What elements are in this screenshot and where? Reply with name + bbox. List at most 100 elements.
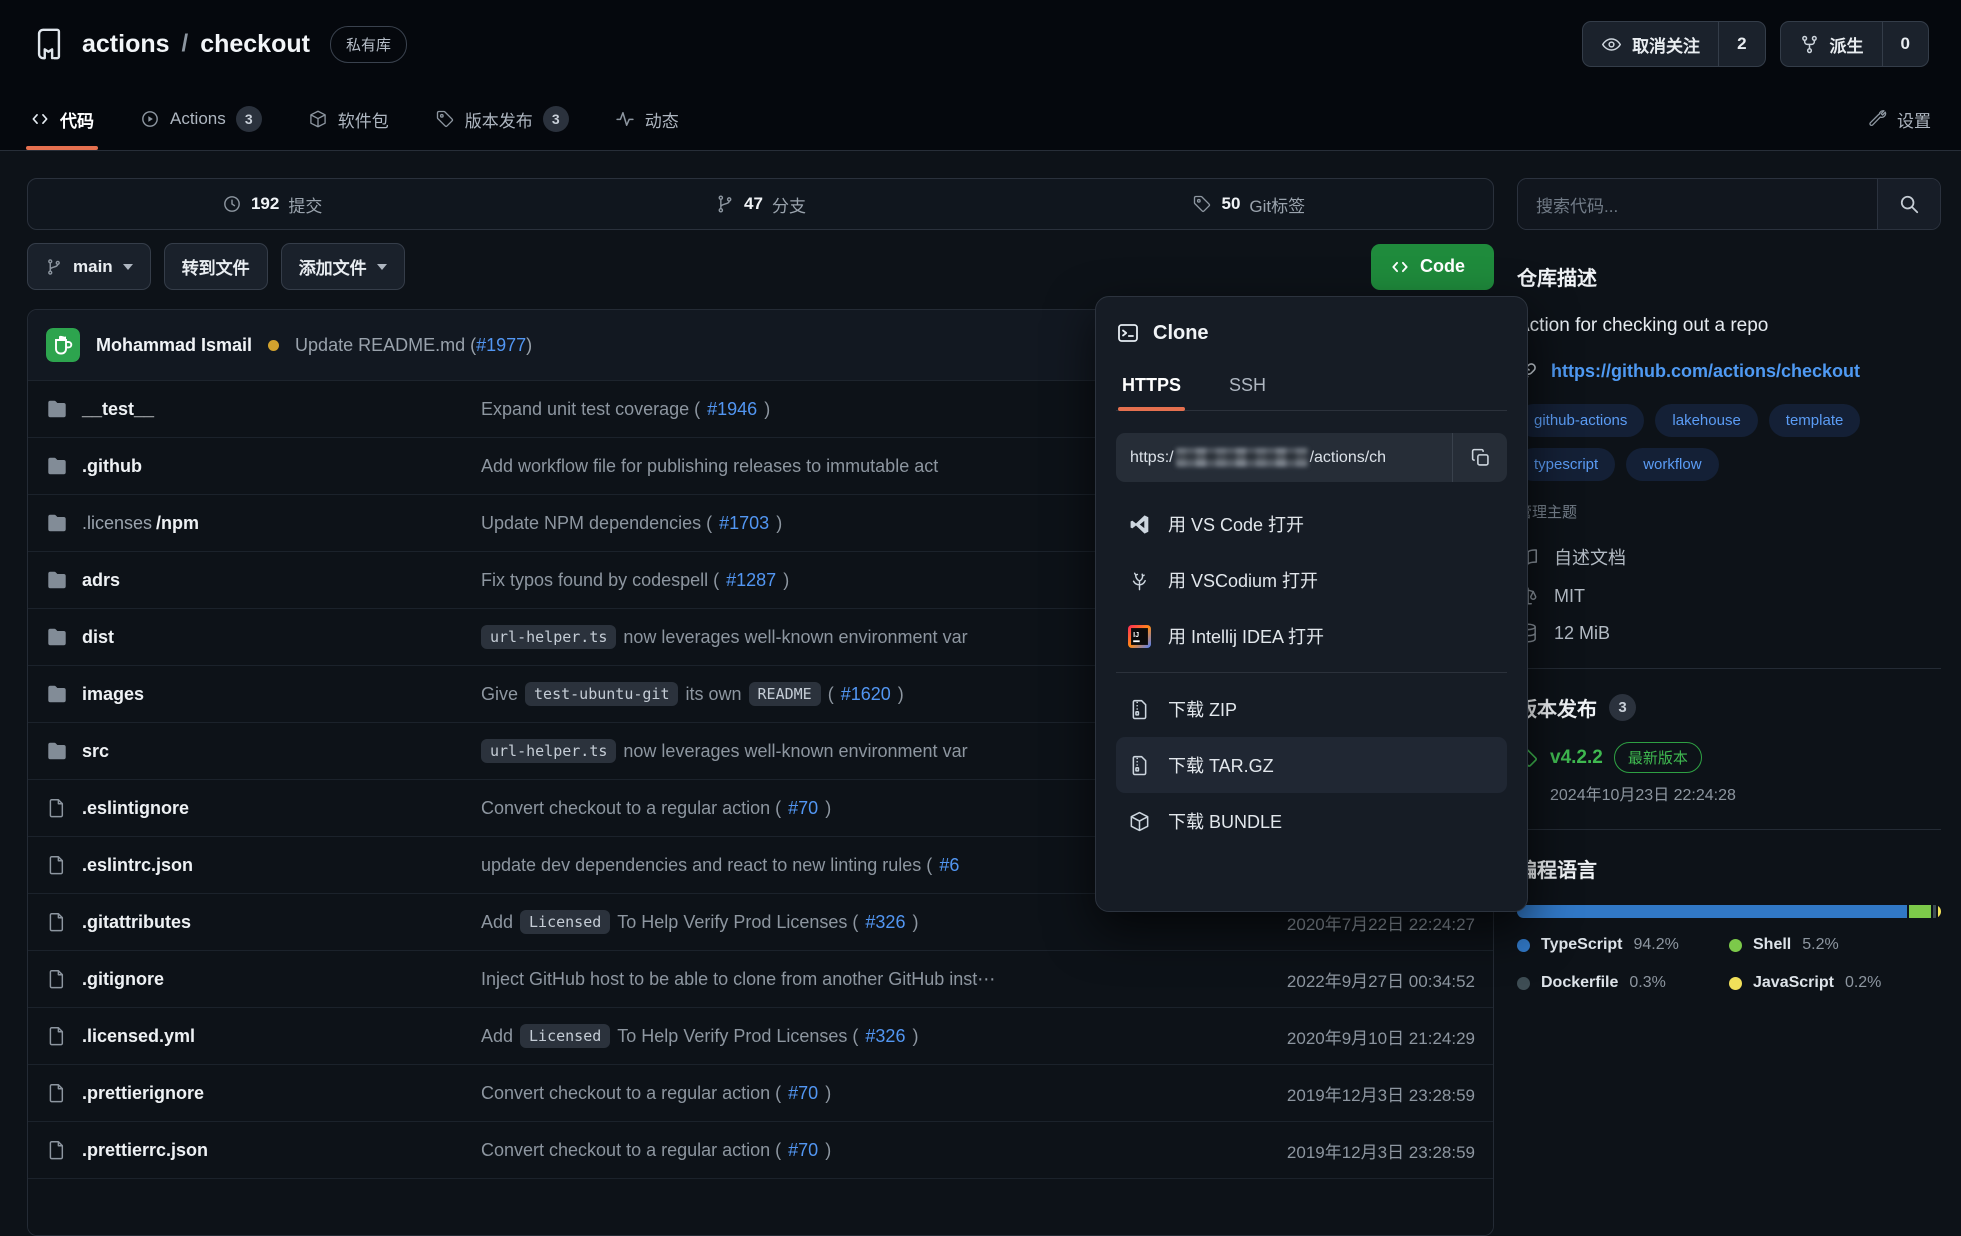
add-file-button[interactable]: 添加文件 <box>281 243 405 290</box>
meta-item[interactable]: 12 MiB <box>1517 622 1941 644</box>
clone-url-input[interactable]: https://actions/ch <box>1116 433 1452 482</box>
file-name-link[interactable]: images <box>82 684 144 705</box>
latest-commit-message: Update README.md (#1977) <box>295 335 532 356</box>
avatar[interactable] <box>46 328 80 362</box>
commit-author[interactable]: Mohammad Ismail <box>96 335 252 356</box>
language-legend-item: Shell5.2% <box>1729 936 1941 954</box>
file-name-cell: .eslintrc.json <box>46 854 481 876</box>
download-menu: 下载 ZIP下载 TAR.GZ下载 BUNDLE <box>1116 681 1507 849</box>
meta-label: 自述文档 <box>1554 544 1626 570</box>
breadcrumb-owner[interactable]: actions <box>82 30 170 59</box>
website-link[interactable]: https://github.com/actions/checkout <box>1551 361 1860 382</box>
breadcrumb-repo[interactable]: checkout <box>200 30 310 59</box>
issue-link[interactable]: #1703 <box>719 513 769 534</box>
file-name-link[interactable]: /npm <box>156 513 199 534</box>
forks-count[interactable]: 0 <box>1882 22 1928 66</box>
watchers-count[interactable]: 2 <box>1718 22 1764 66</box>
vscode-icon <box>1128 513 1151 536</box>
branch-selector[interactable]: main <box>27 243 151 290</box>
issue-link[interactable]: #70 <box>788 1083 818 1104</box>
code-chip: README <box>749 682 821 706</box>
tab-packages[interactable]: 软件包 <box>308 88 389 150</box>
issue-link[interactable]: #326 <box>865 1026 905 1047</box>
code-download-button[interactable]: Code <box>1371 244 1494 290</box>
file-name-link[interactable]: __test__ <box>82 399 154 420</box>
file-name-prefix: .licenses <box>82 513 152 534</box>
tab-https[interactable]: HTTPS <box>1120 367 1183 410</box>
menu-item-open-in-vscodium[interactable]: 用 VSCodium 打开 <box>1116 552 1507 608</box>
fork-button[interactable]: 派生 <box>1781 22 1882 66</box>
meta-item[interactable]: 自述文档 <box>1517 544 1941 570</box>
tab-code[interactable]: 代码 <box>30 88 94 150</box>
topic-chip[interactable]: template <box>1769 404 1861 437</box>
goto-file-button[interactable]: 转到文件 <box>164 243 268 290</box>
menu-item-download[interactable]: 下载 BUNDLE <box>1116 793 1507 849</box>
meta-item[interactable]: MIT <box>1517 585 1941 607</box>
commit-message: AddLicensedTo Help Verify Prod Licenses … <box>481 910 1165 934</box>
message-text: Expand unit test coverage ( <box>481 399 700 420</box>
clone-url-prefix: https:/ <box>1130 449 1174 467</box>
divider <box>1517 668 1941 669</box>
menu-item-open-in-vscode[interactable]: 用 VS Code 打开 <box>1116 496 1507 552</box>
issue-link[interactable]: #1620 <box>841 684 891 705</box>
file-name-link[interactable]: .gitignore <box>82 969 164 990</box>
issue-link[interactable]: #1977 <box>476 335 526 355</box>
fork-button-group: 派生 0 <box>1780 21 1929 67</box>
file-name-link[interactable]: .prettierrc.json <box>82 1140 208 1161</box>
issue-link[interactable]: #326 <box>865 912 905 933</box>
file-name-link[interactable]: dist <box>82 627 114 648</box>
branches-count: 47 <box>744 194 763 214</box>
message-text: update dev dependencies and react to new… <box>481 855 932 876</box>
tab-releases[interactable]: 版本发布 3 <box>435 88 569 150</box>
menu-item-download[interactable]: 下载 TAR.GZ <box>1116 737 1507 793</box>
branches-stat[interactable]: 47 分支 <box>516 192 1004 217</box>
tab-activity[interactable]: 动态 <box>615 88 679 150</box>
topic-chip[interactable]: typescript <box>1517 448 1615 481</box>
description-title: 仓库描述 <box>1517 262 1941 291</box>
tab-actions[interactable]: Actions 3 <box>140 88 262 150</box>
language-dot <box>1517 939 1530 952</box>
vscodium-icon <box>1128 569 1151 592</box>
releases-title[interactable]: 版本发布 <box>1517 693 1597 722</box>
tab-actions-label: Actions <box>170 109 226 129</box>
issue-link[interactable]: #6 <box>939 855 959 876</box>
file-name-link[interactable]: src <box>82 741 109 762</box>
issue-link[interactable]: #70 <box>788 798 818 819</box>
file-name-link[interactable]: .licensed.yml <box>82 1026 195 1047</box>
file-name-link[interactable]: .eslintignore <box>82 798 189 819</box>
unwatch-button[interactable]: 取消关注 <box>1583 22 1718 66</box>
file-name-cell: .prettierrc.json <box>46 1139 481 1161</box>
copy-url-button[interactable] <box>1452 433 1507 482</box>
file-name-cell: src <box>46 740 481 762</box>
file-name-link[interactable]: .eslintrc.json <box>82 855 193 876</box>
tags-stat[interactable]: 50 Git标签 <box>1005 192 1493 217</box>
file-name-link[interactable]: .prettierignore <box>82 1083 204 1104</box>
folder-icon <box>46 740 68 762</box>
actions-count-badge: 3 <box>236 106 262 132</box>
message-text: ) <box>825 1140 831 1161</box>
file-name-link[interactable]: adrs <box>82 570 120 591</box>
search-button[interactable] <box>1877 179 1940 229</box>
topic-chip[interactable]: lakehouse <box>1655 404 1757 437</box>
manage-topics-link[interactable]: 管理主题 <box>1517 501 1941 522</box>
language-bar[interactable] <box>1517 905 1941 918</box>
meta-label: MIT <box>1554 586 1585 607</box>
issue-link[interactable]: #1946 <box>707 399 757 420</box>
topic-chip[interactable]: workflow <box>1626 448 1718 481</box>
search-input[interactable]: 搜索代码... <box>1518 179 1877 229</box>
copy-icon <box>1470 447 1491 468</box>
issue-link[interactable]: #1287 <box>726 570 776 591</box>
file-name-link[interactable]: .github <box>82 456 142 477</box>
commits-stat[interactable]: 192 提交 <box>28 192 516 217</box>
message-text: now leverages well-known environment var <box>623 741 967 762</box>
menu-item-download[interactable]: 下载 ZIP <box>1116 681 1507 737</box>
release-version-link[interactable]: v4.2.2 <box>1550 747 1603 769</box>
tab-settings[interactable]: 设置 <box>1867 88 1931 150</box>
commit-status-dot[interactable] <box>268 340 279 351</box>
file-name-link[interactable]: .gitattributes <box>82 912 191 933</box>
tab-ssh[interactable]: SSH <box>1227 367 1268 410</box>
menu-item-open-in-intellij[interactable]: IJ用 Intellij IDEA 打开 <box>1116 608 1507 664</box>
file-name-cell: .licensed.yml <box>46 1025 481 1047</box>
topic-chip[interactable]: github-actions <box>1517 404 1644 437</box>
issue-link[interactable]: #70 <box>788 1140 818 1161</box>
